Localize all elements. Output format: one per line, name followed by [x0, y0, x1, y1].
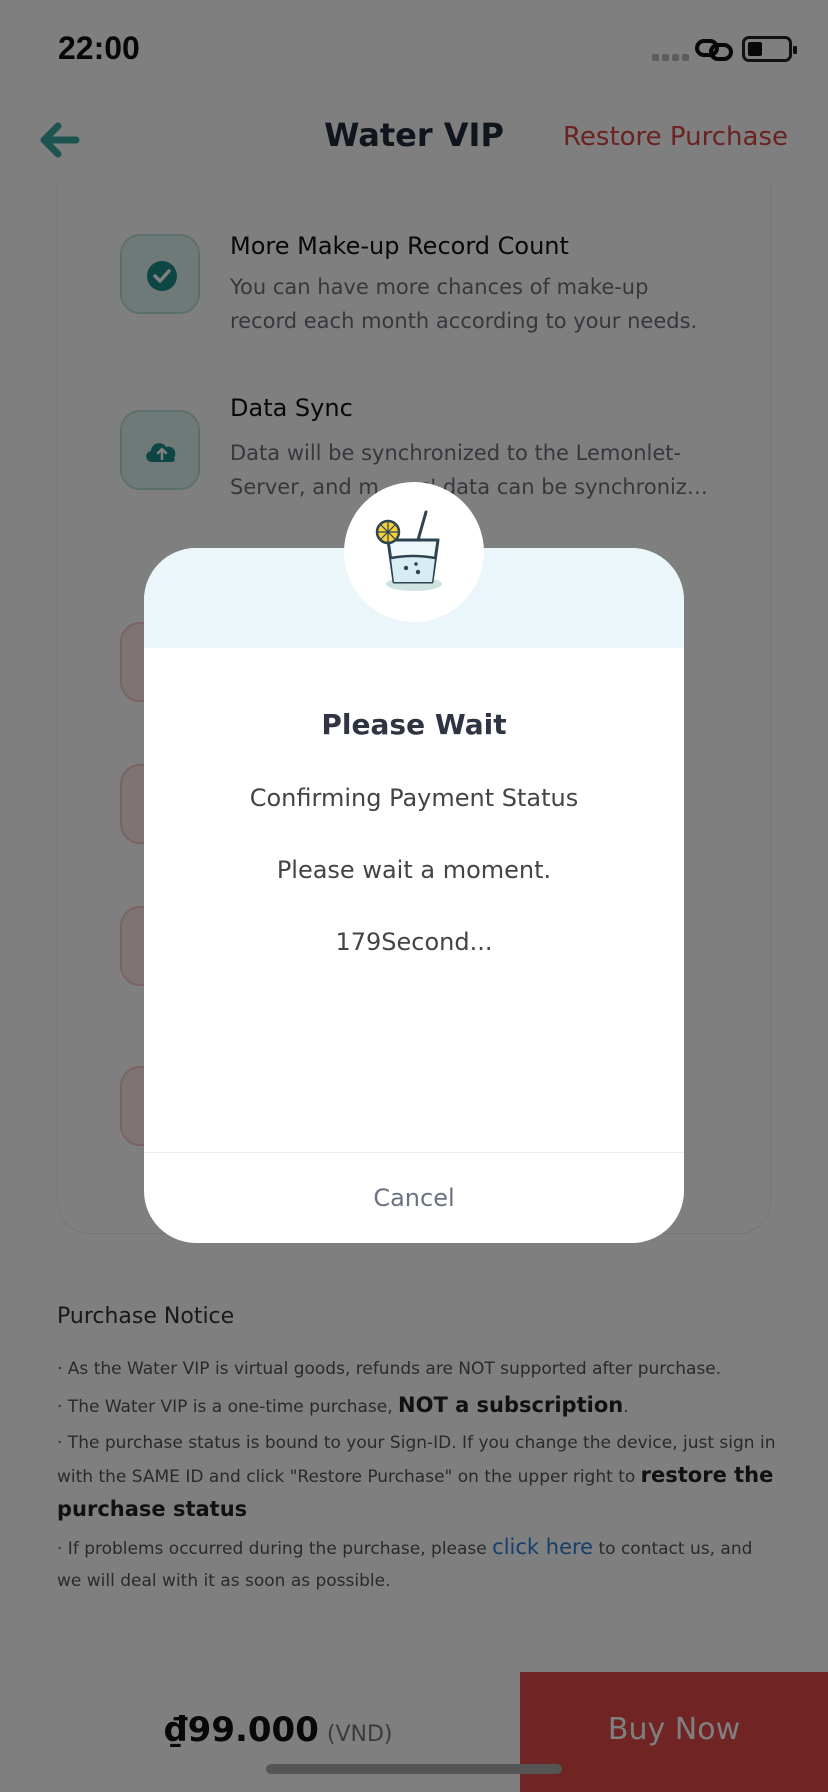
countdown-text: 179Second...: [335, 928, 493, 956]
home-indicator: [266, 1764, 562, 1774]
dialog-message: Confirming Payment Status: [249, 784, 579, 812]
cancel-button[interactable]: Cancel: [144, 1153, 684, 1243]
payment-wait-dialog: Please Wait Confirming Payment Status Pl…: [144, 548, 684, 1243]
drink-glass-icon: [344, 482, 484, 622]
dialog-message: Please wait a moment.: [276, 856, 552, 884]
dialog-title: Please Wait: [321, 708, 507, 741]
